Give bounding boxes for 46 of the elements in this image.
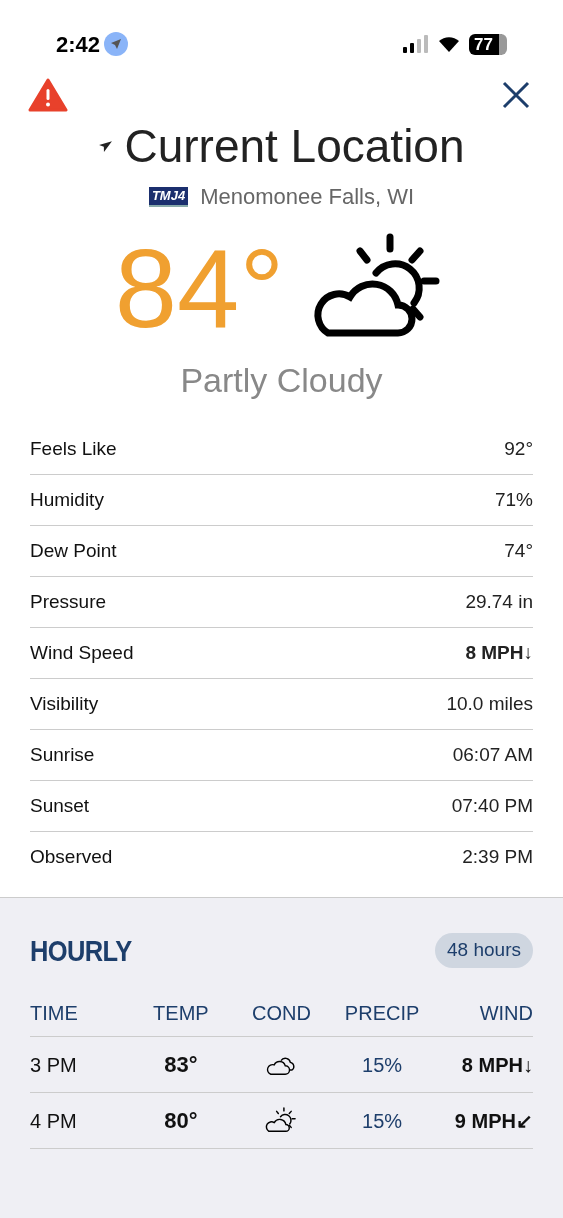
precipitation-cell-text: 15% [362,1108,403,1134]
location-title: Current Location [124,119,465,174]
battery-indicator: 77 [469,33,507,55]
temperature-cell-text: 80° [164,1107,198,1135]
partly-cloudy-icon [264,1106,299,1135]
detail-value: 71% [494,487,533,512]
status-time: 2:42 [56,30,101,59]
warning-icon [28,78,68,112]
detail-value: 2:39 PM [462,845,533,870]
section-title: HOURLY [30,933,132,969]
detail-label: Pressure [30,589,107,614]
column-header: TEMP [153,1000,209,1026]
wind-cell-text: 9 MPH↙ [454,1108,533,1134]
detail-label: Humidity [30,487,104,512]
detail-label: Dew Point [30,538,117,563]
wind-cell-text: 8 MPH↓ [461,1052,533,1078]
detail-label: Visibility [30,691,99,716]
wifi-icon [437,35,461,53]
detail-value: 29.74 in [465,589,533,614]
time-cell-text: 3 PM [30,1052,77,1078]
detail-value: 92° [504,436,533,461]
detail-value: 74° [504,538,533,563]
detail-value: 10.0 miles [446,691,533,716]
column-header: WIND [479,1000,533,1026]
detail-label: Wind Speed [30,640,134,665]
location-icon [104,32,129,56]
detail-value: 06:07 AM [452,742,533,767]
location-arrow-icon [98,139,113,153]
detail-value: 8 MPH↓ [465,640,533,665]
temperature-cell-text: 83° [164,1051,198,1079]
column-header: PRECIP [344,1000,420,1026]
detail-label: Feels Like [30,436,117,461]
location-name: Menomonee Falls, WI [200,183,415,211]
detail-label: Sunset [30,793,90,818]
condition-text: Partly Cloudy [180,360,383,401]
column-header: COND [252,1000,311,1026]
range-button[interactable]: 48 hours [435,933,533,968]
station-logo: TMJ4 [148,186,189,207]
precipitation-cell-text: 15% [362,1052,403,1078]
detail-value: 07:40 PM [451,793,533,818]
detail-label: Sunrise [30,742,95,767]
column-header: TIME [30,1000,78,1026]
current-temperature: 84° [114,233,285,345]
detail-label: Observed [30,845,113,870]
time-cell-text: 4 PM [30,1108,77,1134]
signal-icon [403,35,429,53]
